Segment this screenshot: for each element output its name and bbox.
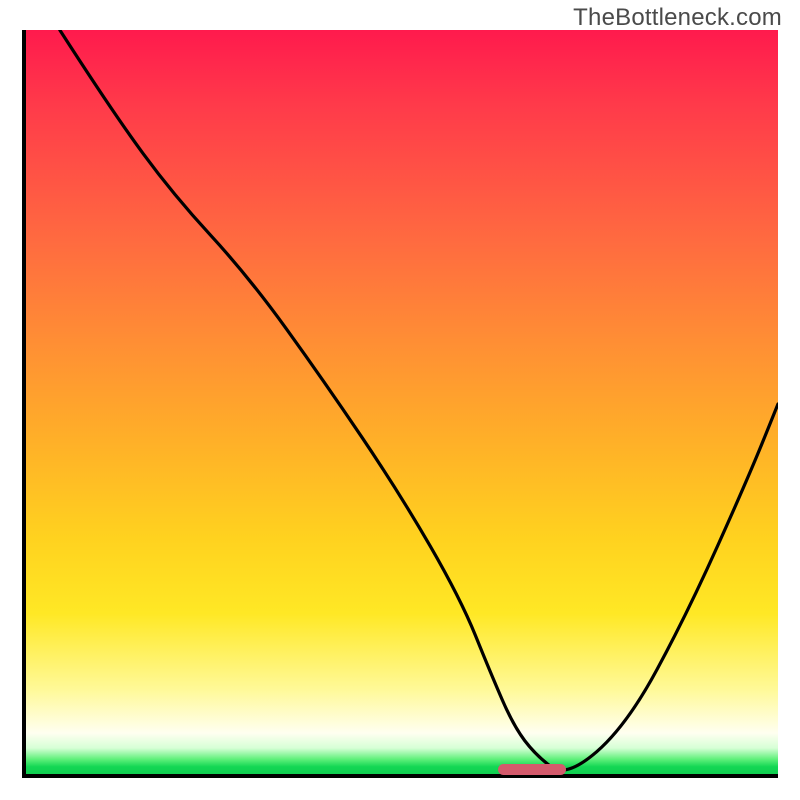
- watermark-text: TheBottleneck.com: [573, 4, 782, 32]
- chart-stage: TheBottleneck.com: [0, 0, 800, 800]
- plot-area: [22, 30, 778, 778]
- optimum-marker: [498, 764, 566, 775]
- gradient-background: [22, 30, 778, 778]
